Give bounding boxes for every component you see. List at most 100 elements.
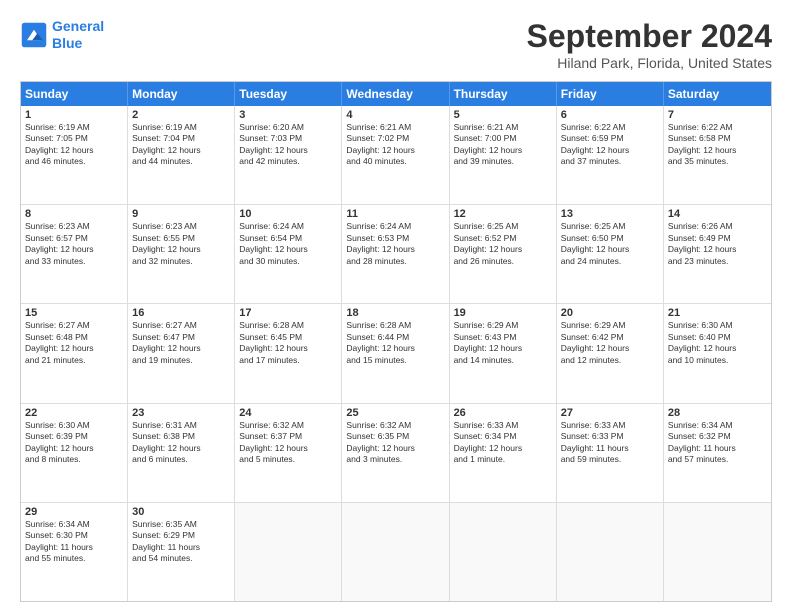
day-number: 24: [239, 407, 337, 419]
day-number: 29: [25, 506, 123, 518]
day-number: 9: [132, 208, 230, 220]
day-info: Sunrise: 6:23 AM Sunset: 6:57 PM Dayligh…: [25, 221, 123, 267]
day-number: 5: [454, 109, 552, 121]
subtitle: Hiland Park, Florida, United States: [527, 55, 772, 71]
day-number: 25: [346, 407, 444, 419]
logo-blue: Blue: [52, 35, 82, 51]
day-number: 2: [132, 109, 230, 121]
calendar-cell: 16Sunrise: 6:27 AM Sunset: 6:47 PM Dayli…: [128, 304, 235, 402]
header-day: Thursday: [450, 82, 557, 106]
day-info: Sunrise: 6:28 AM Sunset: 6:45 PM Dayligh…: [239, 320, 337, 366]
calendar-cell: 28Sunrise: 6:34 AM Sunset: 6:32 PM Dayli…: [664, 404, 771, 502]
calendar-cell-empty: [342, 503, 449, 601]
day-info: Sunrise: 6:19 AM Sunset: 7:05 PM Dayligh…: [25, 122, 123, 168]
page: General Blue September 2024 Hiland Park,…: [0, 0, 792, 612]
day-number: 6: [561, 109, 659, 121]
day-info: Sunrise: 6:34 AM Sunset: 6:30 PM Dayligh…: [25, 519, 123, 565]
calendar-row: 15Sunrise: 6:27 AM Sunset: 6:48 PM Dayli…: [21, 304, 771, 403]
calendar-header: SundayMondayTuesdayWednesdayThursdayFrid…: [21, 82, 771, 106]
calendar-cell: 10Sunrise: 6:24 AM Sunset: 6:54 PM Dayli…: [235, 205, 342, 303]
calendar-row: 22Sunrise: 6:30 AM Sunset: 6:39 PM Dayli…: [21, 404, 771, 503]
day-number: 1: [25, 109, 123, 121]
day-info: Sunrise: 6:29 AM Sunset: 6:42 PM Dayligh…: [561, 320, 659, 366]
day-info: Sunrise: 6:26 AM Sunset: 6:49 PM Dayligh…: [668, 221, 767, 267]
calendar-cell: 30Sunrise: 6:35 AM Sunset: 6:29 PM Dayli…: [128, 503, 235, 601]
day-info: Sunrise: 6:24 AM Sunset: 6:53 PM Dayligh…: [346, 221, 444, 267]
calendar-cell-empty: [450, 503, 557, 601]
calendar-cell-empty: [235, 503, 342, 601]
header-day: Friday: [557, 82, 664, 106]
day-info: Sunrise: 6:31 AM Sunset: 6:38 PM Dayligh…: [132, 420, 230, 466]
logo-text: General Blue: [52, 18, 104, 52]
day-number: 20: [561, 307, 659, 319]
calendar-cell: 6Sunrise: 6:22 AM Sunset: 6:59 PM Daylig…: [557, 106, 664, 204]
day-info: Sunrise: 6:32 AM Sunset: 6:35 PM Dayligh…: [346, 420, 444, 466]
calendar-cell: 19Sunrise: 6:29 AM Sunset: 6:43 PM Dayli…: [450, 304, 557, 402]
calendar-cell: 9Sunrise: 6:23 AM Sunset: 6:55 PM Daylig…: [128, 205, 235, 303]
day-info: Sunrise: 6:28 AM Sunset: 6:44 PM Dayligh…: [346, 320, 444, 366]
calendar-cell: 12Sunrise: 6:25 AM Sunset: 6:52 PM Dayli…: [450, 205, 557, 303]
day-info: Sunrise: 6:25 AM Sunset: 6:50 PM Dayligh…: [561, 221, 659, 267]
logo-icon: [20, 21, 48, 49]
calendar: SundayMondayTuesdayWednesdayThursdayFrid…: [20, 81, 772, 602]
calendar-cell: 26Sunrise: 6:33 AM Sunset: 6:34 PM Dayli…: [450, 404, 557, 502]
calendar-cell: 14Sunrise: 6:26 AM Sunset: 6:49 PM Dayli…: [664, 205, 771, 303]
calendar-cell: 5Sunrise: 6:21 AM Sunset: 7:00 PM Daylig…: [450, 106, 557, 204]
calendar-row: 8Sunrise: 6:23 AM Sunset: 6:57 PM Daylig…: [21, 205, 771, 304]
header: General Blue September 2024 Hiland Park,…: [20, 18, 772, 71]
day-info: Sunrise: 6:30 AM Sunset: 6:39 PM Dayligh…: [25, 420, 123, 466]
calendar-cell: 4Sunrise: 6:21 AM Sunset: 7:02 PM Daylig…: [342, 106, 449, 204]
calendar-cell: 21Sunrise: 6:30 AM Sunset: 6:40 PM Dayli…: [664, 304, 771, 402]
day-info: Sunrise: 6:30 AM Sunset: 6:40 PM Dayligh…: [668, 320, 767, 366]
day-number: 18: [346, 307, 444, 319]
day-number: 21: [668, 307, 767, 319]
header-day: Tuesday: [235, 82, 342, 106]
day-number: 13: [561, 208, 659, 220]
calendar-cell: 7Sunrise: 6:22 AM Sunset: 6:58 PM Daylig…: [664, 106, 771, 204]
header-day: Saturday: [664, 82, 771, 106]
day-number: 22: [25, 407, 123, 419]
calendar-cell: 18Sunrise: 6:28 AM Sunset: 6:44 PM Dayli…: [342, 304, 449, 402]
day-info: Sunrise: 6:21 AM Sunset: 7:00 PM Dayligh…: [454, 122, 552, 168]
calendar-cell: 1Sunrise: 6:19 AM Sunset: 7:05 PM Daylig…: [21, 106, 128, 204]
day-info: Sunrise: 6:27 AM Sunset: 6:47 PM Dayligh…: [132, 320, 230, 366]
day-number: 8: [25, 208, 123, 220]
calendar-cell: 20Sunrise: 6:29 AM Sunset: 6:42 PM Dayli…: [557, 304, 664, 402]
calendar-cell: 25Sunrise: 6:32 AM Sunset: 6:35 PM Dayli…: [342, 404, 449, 502]
calendar-cell-empty: [557, 503, 664, 601]
day-info: Sunrise: 6:34 AM Sunset: 6:32 PM Dayligh…: [668, 420, 767, 466]
calendar-cell: 8Sunrise: 6:23 AM Sunset: 6:57 PM Daylig…: [21, 205, 128, 303]
day-number: 15: [25, 307, 123, 319]
calendar-cell: 13Sunrise: 6:25 AM Sunset: 6:50 PM Dayli…: [557, 205, 664, 303]
day-info: Sunrise: 6:35 AM Sunset: 6:29 PM Dayligh…: [132, 519, 230, 565]
calendar-body: 1Sunrise: 6:19 AM Sunset: 7:05 PM Daylig…: [21, 106, 771, 601]
day-number: 26: [454, 407, 552, 419]
day-number: 27: [561, 407, 659, 419]
day-number: 12: [454, 208, 552, 220]
calendar-cell: 29Sunrise: 6:34 AM Sunset: 6:30 PM Dayli…: [21, 503, 128, 601]
calendar-cell: 2Sunrise: 6:19 AM Sunset: 7:04 PM Daylig…: [128, 106, 235, 204]
logo: General Blue: [20, 18, 104, 52]
day-info: Sunrise: 6:19 AM Sunset: 7:04 PM Dayligh…: [132, 122, 230, 168]
header-day: Wednesday: [342, 82, 449, 106]
day-number: 14: [668, 208, 767, 220]
title-area: September 2024 Hiland Park, Florida, Uni…: [527, 18, 772, 71]
calendar-cell: 15Sunrise: 6:27 AM Sunset: 6:48 PM Dayli…: [21, 304, 128, 402]
day-info: Sunrise: 6:33 AM Sunset: 6:34 PM Dayligh…: [454, 420, 552, 466]
header-day: Monday: [128, 82, 235, 106]
calendar-cell-empty: [664, 503, 771, 601]
day-info: Sunrise: 6:22 AM Sunset: 6:58 PM Dayligh…: [668, 122, 767, 168]
day-number: 23: [132, 407, 230, 419]
day-number: 11: [346, 208, 444, 220]
calendar-cell: 22Sunrise: 6:30 AM Sunset: 6:39 PM Dayli…: [21, 404, 128, 502]
day-info: Sunrise: 6:33 AM Sunset: 6:33 PM Dayligh…: [561, 420, 659, 466]
day-info: Sunrise: 6:32 AM Sunset: 6:37 PM Dayligh…: [239, 420, 337, 466]
day-number: 17: [239, 307, 337, 319]
calendar-cell: 27Sunrise: 6:33 AM Sunset: 6:33 PM Dayli…: [557, 404, 664, 502]
day-info: Sunrise: 6:23 AM Sunset: 6:55 PM Dayligh…: [132, 221, 230, 267]
day-info: Sunrise: 6:21 AM Sunset: 7:02 PM Dayligh…: [346, 122, 444, 168]
day-number: 10: [239, 208, 337, 220]
day-number: 16: [132, 307, 230, 319]
logo-general: General: [52, 18, 104, 34]
day-number: 19: [454, 307, 552, 319]
